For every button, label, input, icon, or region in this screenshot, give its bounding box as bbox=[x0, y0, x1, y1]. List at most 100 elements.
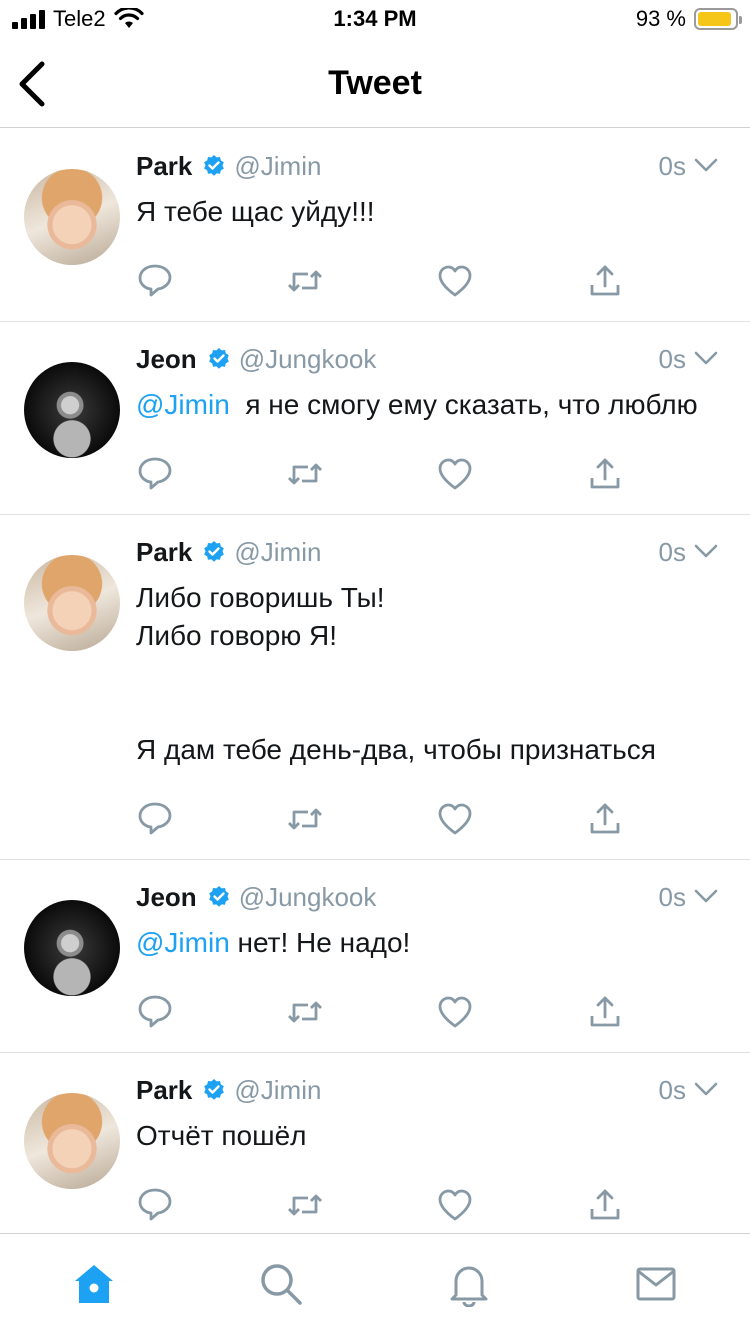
retweet-icon bbox=[288, 463, 322, 485]
battery-fill bbox=[698, 12, 732, 26]
reply-button[interactable] bbox=[136, 992, 286, 1032]
tweet-actions bbox=[136, 779, 750, 859]
reply-icon bbox=[138, 1188, 172, 1221]
retweet-button[interactable] bbox=[286, 454, 436, 494]
mention-link[interactable]: @Jimin bbox=[136, 927, 230, 958]
like-button[interactable] bbox=[436, 261, 586, 301]
reply-button[interactable] bbox=[136, 454, 286, 494]
author-name[interactable]: Park bbox=[136, 151, 192, 182]
tab-search[interactable] bbox=[188, 1234, 376, 1334]
heart-icon bbox=[438, 1189, 472, 1221]
battery-percentage: 93 % bbox=[635, 6, 686, 31]
tweet-actions bbox=[136, 241, 750, 321]
tweet-header: Park @Jimin 0s bbox=[136, 149, 750, 183]
retweet-icon bbox=[288, 808, 322, 830]
verified-badge-icon bbox=[204, 541, 225, 562]
reply-button[interactable] bbox=[136, 261, 286, 301]
tweet-text: @Jimin нет! Не надо! bbox=[136, 924, 750, 962]
tweet[interactable]: Jeon @Jungkook 0s @Jimin нет! Не надо! bbox=[0, 880, 750, 1053]
reply-icon bbox=[138, 457, 172, 490]
author-handle[interactable]: @Jimin bbox=[234, 537, 321, 568]
tweet[interactable]: Jeon @Jungkook 0s @Jimin я не смогу ему ска… bbox=[0, 342, 750, 515]
author-handle[interactable]: @Jungkook bbox=[239, 882, 377, 913]
share-icon bbox=[590, 1189, 620, 1220]
tweet-body: Отчёт пошёл bbox=[136, 1120, 307, 1151]
chevron-down-icon[interactable] bbox=[692, 882, 720, 910]
tweet[interactable]: Park @Jimin 0s Отчёт пошёл bbox=[0, 1073, 750, 1233]
tweet-header: Park @Jimin 0s bbox=[136, 535, 750, 569]
chevron-down-icon[interactable] bbox=[692, 1075, 720, 1103]
tweet[interactable]: Park @Jimin 0s Либо говоришь Ты! Либо говор… bbox=[0, 535, 750, 860]
share-button[interactable] bbox=[586, 261, 736, 301]
tweet-text: Либо говоришь Ты! Либо говорю Я! Я дам т… bbox=[136, 579, 750, 769]
tweet-timestamp: 0s bbox=[658, 882, 686, 912]
avatar[interactable] bbox=[24, 169, 120, 265]
tweet-text: Я тебе щас уйду!!! bbox=[136, 193, 750, 231]
tweet-header: Park @Jimin 0s bbox=[136, 1073, 750, 1107]
tweet-timestamp: 0s bbox=[658, 537, 686, 567]
chevron-down-icon[interactable] bbox=[692, 537, 720, 565]
verified-badge-icon bbox=[208, 886, 229, 907]
tab-messages[interactable] bbox=[563, 1234, 750, 1334]
heart-icon bbox=[438, 803, 472, 835]
retweet-button[interactable] bbox=[286, 799, 436, 839]
verified-badge-icon bbox=[208, 348, 229, 369]
tweet-body: Либо говоришь Ты! Либо говорю Я! Я дам т… bbox=[136, 582, 656, 765]
retweet-button[interactable] bbox=[286, 261, 436, 301]
tweet-body: я не смогу ему сказать, что люблю bbox=[229, 389, 698, 420]
page-title: Tweet bbox=[328, 64, 422, 102]
heart-icon bbox=[438, 996, 472, 1028]
author-name[interactable]: Jeon bbox=[136, 882, 197, 913]
like-button[interactable] bbox=[436, 799, 586, 839]
author-name[interactable]: Park bbox=[136, 1075, 192, 1106]
share-icon bbox=[590, 458, 620, 489]
avatar[interactable] bbox=[24, 900, 120, 996]
like-button[interactable] bbox=[436, 992, 586, 1032]
tweet-thread[interactable]: Park @Jimin 0s Я тебе щас уйду!!! Jeon @Jungk… bbox=[0, 129, 750, 1233]
like-button[interactable] bbox=[436, 454, 586, 494]
heart-icon bbox=[438, 265, 472, 297]
share-icon bbox=[590, 803, 620, 834]
tab-bar bbox=[0, 1233, 750, 1334]
tweet-text: @Jimin я не смогу ему сказать, что люблю bbox=[136, 386, 750, 424]
retweet-icon bbox=[288, 270, 322, 292]
tweet-timestamp: 0s bbox=[658, 344, 686, 374]
reply-button[interactable] bbox=[136, 799, 286, 839]
share-button[interactable] bbox=[586, 992, 736, 1032]
author-handle[interactable]: @Jimin bbox=[234, 1075, 321, 1106]
reply-icon bbox=[138, 264, 172, 297]
retweet-icon bbox=[288, 1194, 322, 1216]
verified-badge-icon bbox=[204, 155, 225, 176]
chevron-down-icon[interactable] bbox=[692, 151, 720, 179]
tab-notifications[interactable] bbox=[375, 1234, 563, 1334]
tweet-actions bbox=[136, 434, 750, 514]
status-bar: Tele2 1:34 PM 93 % bbox=[0, 0, 750, 40]
search-icon bbox=[261, 1264, 302, 1305]
reply-icon bbox=[138, 995, 172, 1028]
share-button[interactable] bbox=[586, 1185, 736, 1225]
home-icon bbox=[74, 1265, 113, 1303]
tab-home[interactable] bbox=[0, 1234, 188, 1334]
author-name[interactable]: Jeon bbox=[136, 344, 197, 375]
retweet-button[interactable] bbox=[286, 992, 436, 1032]
author-handle[interactable]: @Jungkook bbox=[239, 344, 377, 375]
chevron-down-icon[interactable] bbox=[692, 344, 720, 372]
envelope-icon bbox=[636, 1267, 676, 1301]
mention-link[interactable]: @Jimin bbox=[136, 389, 230, 420]
tweet-header: Jeon @Jungkook 0s bbox=[136, 342, 750, 376]
avatar[interactable] bbox=[24, 362, 120, 458]
author-name[interactable]: Park bbox=[136, 537, 192, 568]
avatar[interactable] bbox=[24, 555, 120, 651]
retweet-button[interactable] bbox=[286, 1185, 436, 1225]
tweet-header: Jeon @Jungkook 0s bbox=[136, 880, 750, 914]
tweet-actions bbox=[136, 1165, 750, 1233]
share-button[interactable] bbox=[586, 799, 736, 839]
battery-icon bbox=[694, 8, 742, 30]
avatar[interactable] bbox=[24, 1093, 120, 1189]
reply-button[interactable] bbox=[136, 1185, 286, 1225]
tweet[interactable]: Park @Jimin 0s Я тебе щас уйду!!! bbox=[0, 149, 750, 322]
share-button[interactable] bbox=[586, 454, 736, 494]
like-button[interactable] bbox=[436, 1185, 586, 1225]
author-handle[interactable]: @Jimin bbox=[234, 151, 321, 182]
share-icon bbox=[590, 996, 620, 1027]
